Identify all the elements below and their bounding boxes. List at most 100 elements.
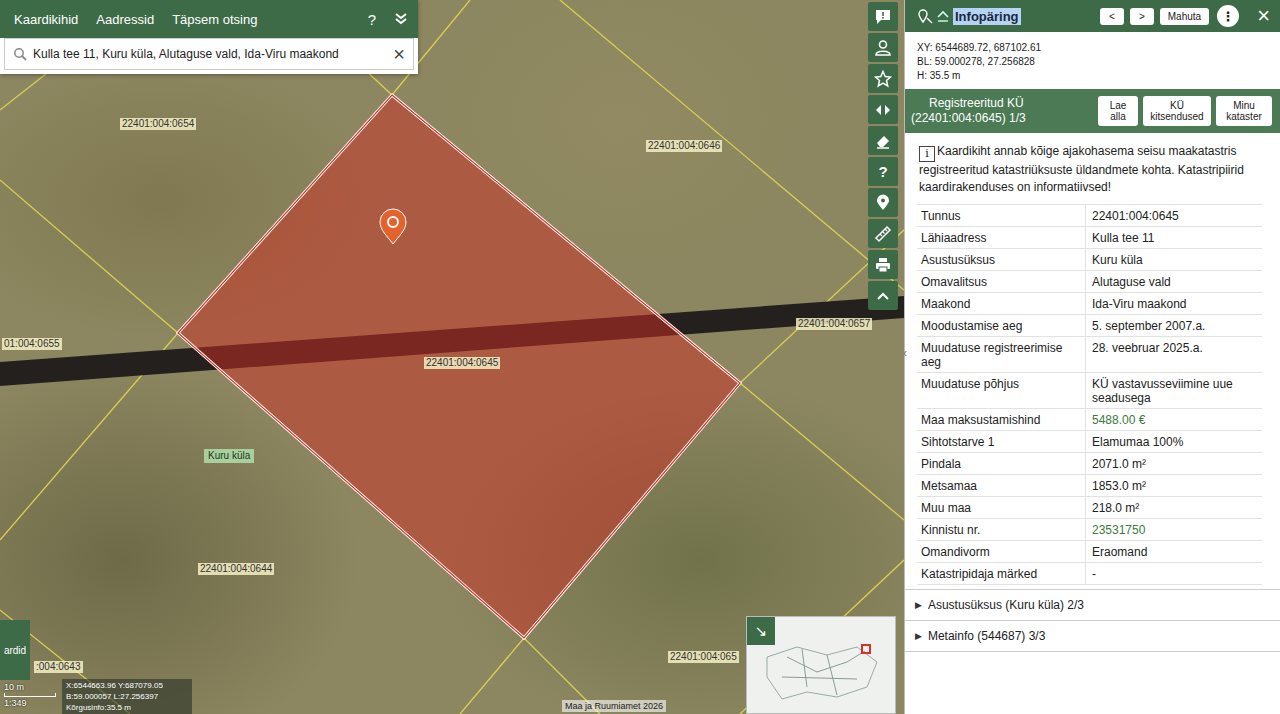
attribution: Maa ja Ruumiamet 2026 bbox=[562, 700, 666, 712]
section-button[interactable]: KÜ kitsendused bbox=[1143, 96, 1211, 126]
selected-parcel[interactable] bbox=[178, 95, 740, 638]
geoportal-app: 22401:004:065422401:004:064601:004:06552… bbox=[0, 0, 1280, 714]
row-label: Kinnistu nr. bbox=[917, 519, 1086, 540]
row-value: Kulla tee 11 bbox=[1086, 227, 1262, 248]
table-row: LähiaadressKulla tee 11 bbox=[917, 226, 1262, 248]
search-panel: Kaardikihid Aadressid Täpsem otsing? Kulla … bbox=[0, 0, 418, 74]
clear-button[interactable]: × bbox=[393, 46, 405, 62]
user-button[interactable] bbox=[868, 33, 898, 62]
coordinate-line: X:6544663.96 Y:687079.05 bbox=[66, 680, 188, 691]
print-button[interactable] bbox=[868, 250, 898, 279]
comment-icon bbox=[874, 8, 892, 26]
eraser-button[interactable] bbox=[868, 126, 898, 155]
table-row: OmavalitsusAlutaguse vald bbox=[917, 270, 1262, 292]
star-icon bbox=[874, 70, 892, 88]
search-icon bbox=[13, 47, 27, 61]
search-query[interactable]: Kulla tee 11, Kuru küla, Alutaguse vald,… bbox=[33, 47, 387, 61]
collapsible-section[interactable]: ▶Asustusüksus (Kuru küla) 2/3 bbox=[905, 589, 1280, 620]
row-value: 1853.0 m² bbox=[1086, 475, 1262, 496]
measure-button[interactable] bbox=[868, 219, 898, 248]
row-label: Asustusüksus bbox=[917, 249, 1086, 270]
row-label: Omavalitsus bbox=[917, 271, 1086, 292]
search-tab[interactable]: Kaardikihid bbox=[14, 12, 78, 27]
help-button[interactable]: ? bbox=[368, 11, 376, 28]
row-label: Lähiaadress bbox=[917, 227, 1086, 248]
table-row: Pindala2071.0 m² bbox=[917, 452, 1262, 474]
row-label: Maakond bbox=[917, 293, 1086, 314]
help-button[interactable]: ? bbox=[868, 157, 898, 186]
more-button[interactable]: ⋮ bbox=[1217, 5, 1239, 27]
table-row: MaakondIda-Viru maakond bbox=[917, 292, 1262, 314]
search-field[interactable]: Kulla tee 11, Kuru küla, Alutaguse vald,… bbox=[4, 38, 414, 70]
coordinate-line: XY: 6544689.72, 687102.61 bbox=[917, 41, 1268, 55]
notice: iKaardikiht annab kõige ajakohasema seis… bbox=[905, 133, 1280, 204]
compare-button[interactable] bbox=[868, 95, 898, 124]
panel-collapse-handle[interactable]: ‹ bbox=[903, 346, 907, 360]
scale-distance: 10 m bbox=[4, 682, 56, 692]
expand-arrow-icon: ▶ bbox=[915, 631, 922, 641]
next-button[interactable]: > bbox=[1130, 8, 1154, 25]
section-button[interactable]: Lae alla bbox=[1098, 96, 1138, 126]
info-query-icon bbox=[917, 8, 933, 24]
collapse-chevron-icon[interactable] bbox=[394, 12, 408, 26]
layers-button[interactable]: ardid bbox=[0, 620, 30, 680]
row-label: Katastripidaja märked bbox=[917, 563, 1086, 584]
row-label: Muudatuse registreerimise aeg bbox=[917, 337, 1086, 372]
printer-icon bbox=[874, 256, 892, 274]
coordinate-line: B:59.000057 L:27.256397 bbox=[66, 691, 188, 702]
row-value: 28. veebruar 2025.a. bbox=[1086, 337, 1262, 372]
row-value: KÜ vastavusseviimine uue seadusega bbox=[1086, 373, 1262, 408]
parcel-table: Tunnus22401:004:0645LähiaadressKulla tee… bbox=[905, 204, 1280, 589]
table-row: Sihtotstarve 1Elamumaa 100% bbox=[917, 430, 1262, 452]
map-label: 22401:004:0644 bbox=[198, 563, 274, 575]
row-value: Eraomand bbox=[1086, 541, 1262, 562]
arrow-up-icon bbox=[937, 9, 949, 23]
info-panel-header: Infopäring<>Mahuta⋮× bbox=[905, 0, 1280, 32]
collapse-toolbar-button[interactable] bbox=[868, 281, 898, 310]
row-value: Elamumaa 100% bbox=[1086, 431, 1262, 452]
previous-button[interactable]: < bbox=[1100, 8, 1124, 25]
table-row: Tunnus22401:004:0645 bbox=[917, 204, 1262, 226]
row-value[interactable]: 5488.00 € bbox=[1086, 409, 1262, 430]
overview-map[interactable]: ↘ bbox=[746, 616, 896, 714]
row-value: 22401:004:0645 bbox=[1086, 205, 1262, 226]
info-icon: i bbox=[919, 146, 935, 162]
map[interactable]: 22401:004:065422401:004:064601:004:06552… bbox=[0, 0, 904, 714]
row-value: Ida-Viru maakond bbox=[1086, 293, 1262, 314]
row-value: 2071.0 m² bbox=[1086, 453, 1262, 474]
table-row: OmandivormEraomand bbox=[917, 540, 1262, 562]
collapsible-section[interactable]: ▶ Metainfo (544687) 3/3 bbox=[905, 620, 1280, 652]
row-value[interactable]: 23531750 bbox=[1086, 519, 1262, 540]
clicked-coordinates: XY: 6544689.72, 687102.61BL: 59.000278, … bbox=[905, 32, 1280, 89]
search-tab[interactable]: Täpsem otsing bbox=[172, 12, 257, 27]
cursor-coordinates: X:6544663.96 Y:687079.05B:59.000057 L:27… bbox=[62, 679, 192, 714]
overview-toggle-button[interactable]: ↘ bbox=[747, 617, 775, 645]
split-arrows-icon bbox=[874, 101, 892, 119]
map-label: :004:0643 bbox=[34, 661, 83, 673]
fit-button[interactable]: Mahuta bbox=[1160, 8, 1209, 25]
table-row: AsustusüksusKuru küla bbox=[917, 248, 1262, 270]
row-value: 5. september 2007.a. bbox=[1086, 315, 1262, 336]
coordinate-line: BL: 59.000278, 27.256828 bbox=[917, 55, 1268, 69]
collapsible-label: Metainfo (544687) 3/3 bbox=[928, 629, 1045, 643]
feedback-button[interactable] bbox=[868, 2, 898, 31]
map-label: 22401:004:065 bbox=[668, 651, 739, 663]
row-value: Kuru küla bbox=[1086, 249, 1262, 270]
table-row: Muudatuse registreerimise aeg28. veebrua… bbox=[917, 336, 1262, 372]
row-value: 218.0 m² bbox=[1086, 497, 1262, 518]
row-label: Moodustamise aeg bbox=[917, 315, 1086, 336]
favorites-button[interactable] bbox=[868, 64, 898, 93]
map-label: 22401:004:0645 bbox=[424, 357, 500, 369]
close-button[interactable]: × bbox=[1257, 6, 1270, 26]
map-label: 22401:004:0654 bbox=[120, 118, 196, 130]
row-label: Pindala bbox=[917, 453, 1086, 474]
row-label: Omandivorm bbox=[917, 541, 1086, 562]
map-toolbar: ? bbox=[868, 2, 898, 310]
eraser-icon bbox=[874, 132, 892, 150]
row-label: Sihtotstarve 1 bbox=[917, 431, 1086, 452]
search-tab[interactable]: Aadressid bbox=[96, 12, 154, 27]
section-button[interactable]: Minu kataster bbox=[1216, 96, 1272, 126]
info-panel: ‹Infopäring<>Mahuta⋮×XY: 6544689.72, 687… bbox=[904, 0, 1280, 714]
location-button[interactable] bbox=[868, 188, 898, 217]
map-label: 22401:004:0657 bbox=[796, 318, 872, 330]
